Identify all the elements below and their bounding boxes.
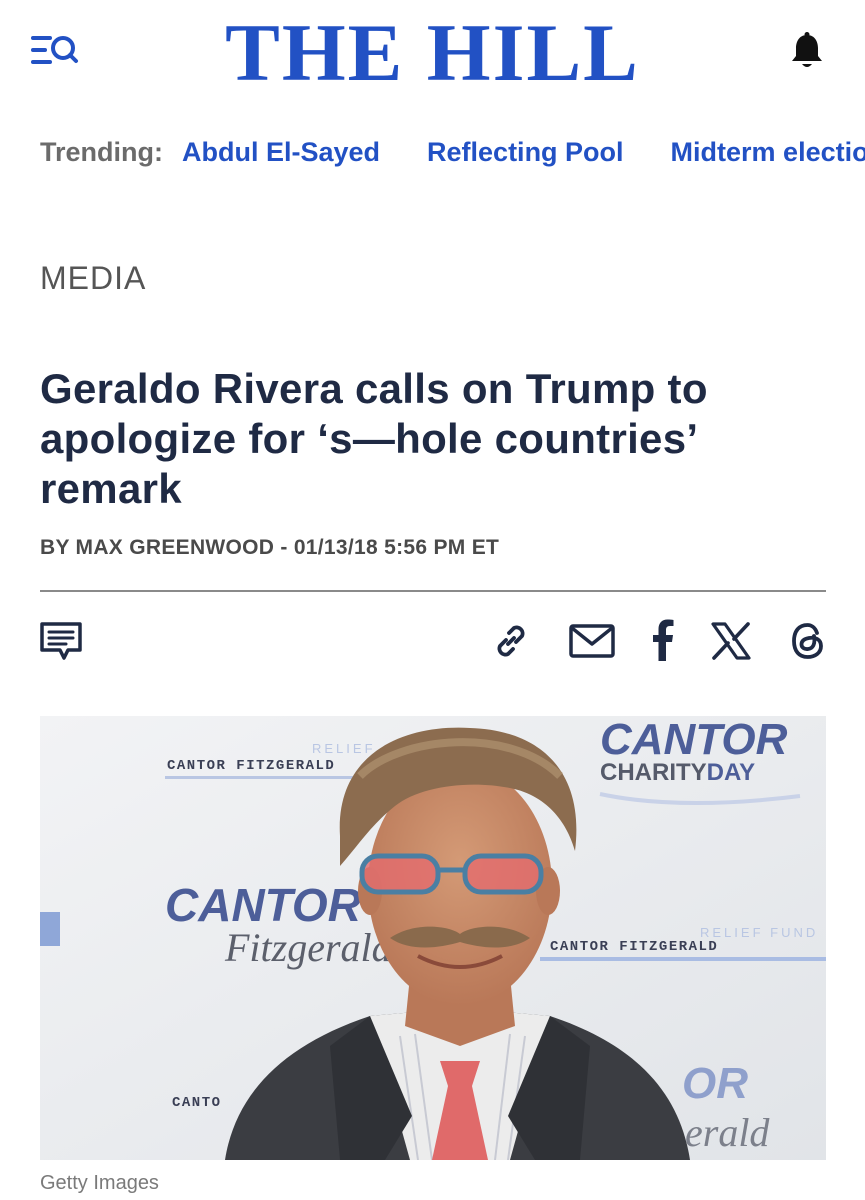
article-headline: Geraldo Rivera calls on Trump to apologi… (40, 365, 708, 512)
photo-illustration: RELIEF CANTOR FITZGERALD CANTOR CHARITYD… (40, 716, 826, 1160)
site-header: THE HILL (0, 0, 865, 110)
trending-link-abdul-el-sayed[interactable]: Abdul El-Sayed (182, 137, 380, 168)
backdrop-text: RELIEF FUND (700, 925, 818, 940)
trending-link-reflecting-pool[interactable]: Reflecting Pool (427, 137, 624, 168)
article-byline: BY MAX GREENWOOD - 01/13/18 5:56 PM ET (40, 536, 500, 559)
backdrop-text: CANTOR FITZGERALD (550, 939, 718, 955)
backdrop-text: CANTOR (165, 879, 361, 931)
threads-share-button[interactable] (788, 620, 828, 662)
backdrop-text: CHARITY (600, 759, 707, 786)
backdrop-text: DAY (707, 759, 755, 786)
backdrop-text: erald (685, 1110, 770, 1155)
backdrop-text: CANTOR FITZGERALD (167, 758, 335, 774)
email-icon (569, 624, 615, 658)
backdrop-text: CANTO (172, 1095, 222, 1111)
svg-text:CHARITYDAY: CHARITYDAY (600, 759, 755, 786)
divider (40, 590, 826, 592)
site-logo[interactable]: THE HILL (0, 8, 865, 98)
copy-link-button[interactable] (490, 620, 532, 662)
email-share-button[interactable] (568, 622, 616, 660)
x-share-button[interactable] (710, 620, 752, 662)
trending-link-midterm-elections[interactable]: Midterm elections (671, 137, 865, 168)
notifications-button[interactable] (786, 30, 828, 72)
x-icon (711, 622, 751, 660)
facebook-icon (653, 619, 674, 661)
backdrop-text: CANTOR (600, 716, 788, 764)
photo-caption: Getty Images (40, 1172, 159, 1194)
article-photo: RELIEF CANTOR FITZGERALD CANTOR CHARITYD… (40, 716, 826, 1160)
section-label[interactable]: MEDIA (40, 260, 146, 297)
backdrop-text: RELIEF (312, 741, 376, 756)
bell-icon (792, 32, 822, 67)
comments-icon (40, 622, 82, 660)
facebook-share-button[interactable] (648, 617, 678, 663)
threads-icon (792, 623, 823, 659)
backdrop-text: Fitzgerald (224, 925, 393, 970)
comments-button[interactable] (38, 620, 84, 662)
link-icon (497, 625, 525, 657)
trending-label: Trending: (40, 136, 163, 167)
backdrop-text: OR (682, 1059, 748, 1108)
trending-bar: Trending: Abdul El-Sayed Reflecting Pool… (40, 132, 865, 172)
